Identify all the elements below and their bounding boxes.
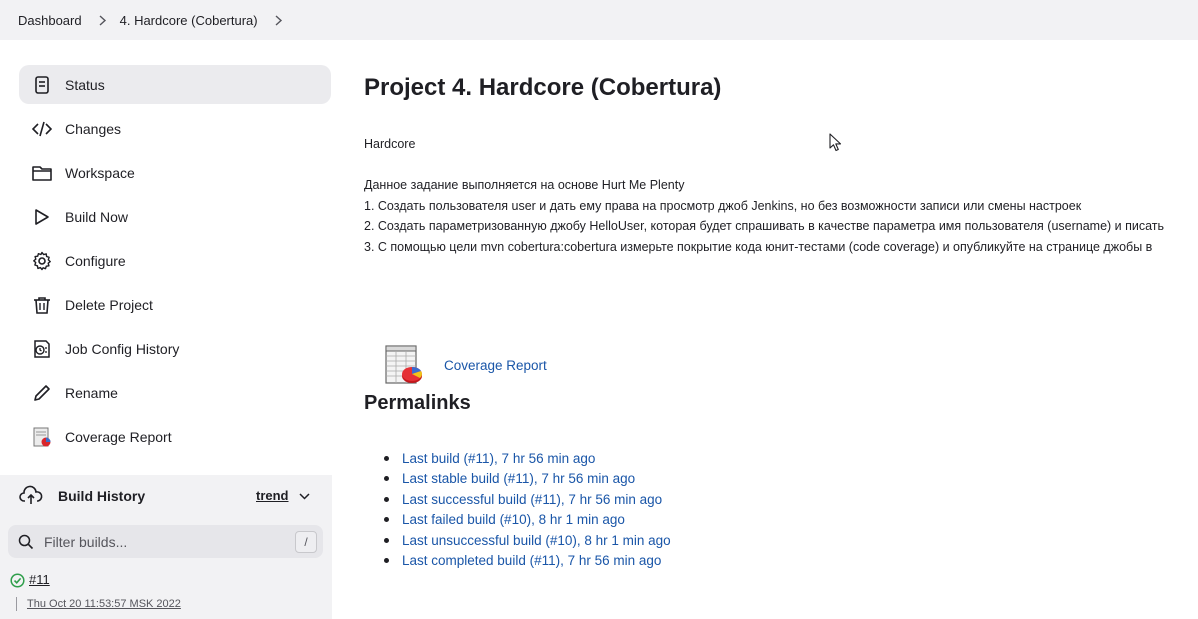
permalink-last-unsuccessful-build[interactable]: Last unsuccessful build (#10), 8 hr 1 mi… [402, 533, 671, 548]
permalink-last-failed-build[interactable]: Last failed build (#10), 8 hr 1 min ago [402, 512, 625, 527]
success-check-icon [10, 573, 25, 588]
build-timestamp-link[interactable]: Thu Oct 20 11:53:57 MSK 2022 [27, 598, 181, 610]
bullet [384, 558, 389, 564]
sidebar-item-label: Rename [65, 384, 118, 401]
page-title: Project 4. Hardcore (Cobertura) [364, 74, 722, 101]
description-line: Данное задание выполняется на основе Hur… [364, 178, 685, 192]
permalink-item: Last stable build (#11), 7 hr 56 min ago [384, 469, 671, 490]
gear-icon [32, 251, 52, 271]
permalink-item: Last build (#11), 7 hr 56 min ago [384, 448, 671, 469]
config-history-icon [32, 339, 52, 359]
shortcut-key-hint: / [295, 531, 317, 553]
bullet [384, 476, 389, 482]
description-line: 2. Создать параметризованную джобу Hello… [364, 219, 1165, 233]
permalink-last-completed-build[interactable]: Last completed build (#11), 7 hr 56 min … [402, 553, 661, 568]
permalink-item: Last unsuccessful build (#10), 8 hr 1 mi… [384, 530, 671, 551]
sidebar-item-label: Status [65, 76, 105, 93]
timeline-line [16, 597, 17, 611]
breadcrumb-project[interactable]: 4. Hardcore (Cobertura) [120, 13, 258, 28]
coverage-report-icon [32, 427, 52, 447]
sidebar-item-label: Job Config History [65, 340, 180, 357]
coverage-report-link[interactable]: Coverage Report [444, 358, 547, 373]
status-icon [32, 75, 52, 95]
sidebar-item-label: Build Now [65, 208, 129, 225]
bullet [384, 537, 389, 543]
project-description: Hardcore Данное задание выполняется на о… [364, 134, 1198, 257]
chevron-right-icon[interactable] [274, 14, 283, 26]
permalink-last-successful-build[interactable]: Last successful build (#11), 7 hr 56 min… [402, 492, 662, 507]
permalinks-heading: Permalinks [364, 392, 471, 414]
sidebar-item-configure[interactable]: Configure [19, 241, 331, 280]
bullet [384, 455, 389, 461]
sidebar-item-build-now[interactable]: Build Now [19, 197, 331, 236]
sidebar-item-label: Configure [65, 252, 126, 269]
sidebar-item-rename[interactable]: Rename [19, 373, 331, 412]
filter-panel: / [0, 517, 332, 565]
sidebar-item-status[interactable]: Status [19, 65, 331, 104]
filter-builds-box: / [8, 525, 323, 558]
description-line: 3. С помощью цели mvn cobertura:cobertur… [364, 239, 1153, 254]
permalink-last-stable-build[interactable]: Last stable build (#11), 7 hr 56 min ago [402, 471, 635, 486]
sidebar-item-label: Coverage Report [65, 428, 172, 445]
sidebar-item-delete-project[interactable]: Delete Project [19, 285, 331, 324]
sidebar-item-job-config-history[interactable]: Job Config History [19, 329, 331, 368]
permalinks-list: Last build (#11), 7 hr 56 min ago Last s… [384, 448, 671, 571]
sidebar-item-label: Changes [65, 120, 122, 137]
mouse-cursor-icon [829, 133, 843, 153]
sidebar-item-label: Workspace [65, 164, 135, 181]
chevron-down-icon[interactable] [298, 490, 311, 503]
coverage-report-icon[interactable] [384, 345, 424, 385]
search-icon [18, 534, 34, 550]
permalink-last-build[interactable]: Last build (#11), 7 hr 56 min ago [402, 451, 595, 466]
permalink-item: Last successful build (#11), 7 hr 56 min… [384, 489, 671, 510]
pencil-icon [32, 383, 52, 403]
description-line: Hardcore [364, 137, 416, 151]
build-list-item: #11 Thu Oct 20 11:53:57 MSK 2022 [0, 565, 332, 619]
bullet [384, 517, 389, 523]
sidebar-item-changes[interactable]: Changes [19, 109, 331, 148]
permalink-item: Last completed build (#11), 7 hr 56 min … [384, 551, 671, 572]
build-history-title: Build History [58, 488, 146, 504]
filter-builds-input[interactable] [42, 532, 286, 551]
sidebar-item-label: Delete Project [65, 296, 153, 313]
build-history-icon [19, 484, 43, 508]
trend-link[interactable]: trend [256, 488, 289, 503]
sidebar-item-workspace[interactable]: Workspace [19, 153, 331, 192]
breadcrumb-dashboard[interactable]: Dashboard [18, 13, 82, 28]
bullet [384, 496, 389, 502]
sidebar-item-coverage-report[interactable]: Coverage Report [19, 417, 331, 456]
description-line: 1. Создать пользователя user и дать ему … [364, 198, 1082, 213]
chevron-right-icon[interactable] [98, 14, 107, 26]
permalink-item: Last failed build (#10), 8 hr 1 min ago [384, 510, 671, 531]
breadcrumb: Dashboard 4. Hardcore (Cobertura) [0, 0, 1198, 40]
play-icon [32, 207, 52, 227]
code-icon [32, 119, 52, 139]
folder-icon [32, 163, 52, 183]
build-history-header: Build History trend [0, 475, 332, 517]
trash-icon [32, 295, 52, 315]
build-number-link[interactable]: #11 [29, 572, 50, 587]
